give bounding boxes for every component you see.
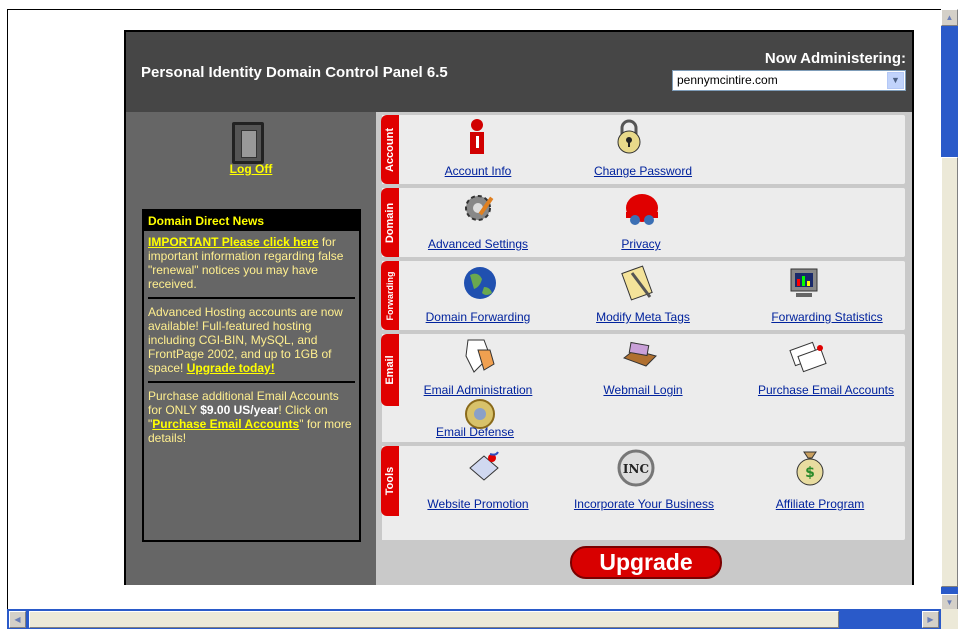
incorporate-business-link[interactable]: Incorporate Your Business	[556, 497, 732, 511]
purchase-email-icon[interactable]	[786, 336, 830, 376]
horizontal-scroll-thumb[interactable]	[29, 611, 839, 628]
scrollbar-corner	[941, 609, 958, 629]
chevron-down-icon[interactable]: ▼	[887, 72, 904, 89]
statistics-monitor-icon[interactable]	[786, 263, 826, 303]
privacy-link[interactable]: Privacy	[596, 237, 686, 251]
news-divider	[148, 381, 355, 383]
domain-select-value: pennymcintire.com	[677, 73, 778, 87]
affiliate-program-link[interactable]: Affiliate Program	[760, 497, 880, 511]
price-text: $9.00 US/year	[200, 403, 279, 417]
page-title: Personal Identity Domain Control Panel 6…	[141, 64, 448, 81]
browser-viewport: Personal Identity Domain Control Panel 6…	[0, 0, 958, 629]
forwarding-statistics-link[interactable]: Forwarding Statistics	[754, 310, 900, 324]
section-account: Account Account Info Change Password	[381, 115, 905, 184]
important-notice-link[interactable]: IMPORTANT Please click here	[148, 235, 319, 249]
affiliate-moneybag-icon[interactable]: $	[792, 448, 828, 488]
news-item: Purchase additional Email Accounts for O…	[144, 385, 359, 449]
website-promotion-link[interactable]: Website Promotion	[408, 497, 548, 511]
svg-text:$: $	[805, 465, 815, 481]
scroll-right-arrow-icon[interactable]: ▶	[922, 611, 939, 628]
email-admin-envelope-icon[interactable]	[460, 336, 500, 376]
upgrade-today-link[interactable]: Upgrade today!	[187, 361, 275, 375]
tab-tools: Tools	[381, 446, 399, 516]
main-area: Account Account Info Change Password Dom…	[376, 112, 912, 585]
svg-text:INC: INC	[623, 462, 649, 476]
webmail-login-link[interactable]: Webmail Login	[588, 383, 698, 397]
advanced-settings-link[interactable]: Advanced Settings	[408, 237, 548, 251]
user-info-icon[interactable]	[460, 118, 494, 156]
vertical-scroll-thumb[interactable]	[941, 157, 958, 587]
webmail-mailbox-icon[interactable]	[620, 336, 660, 376]
section-tools: Tools Website Promotion INC Incorporate …	[381, 446, 905, 540]
sidebar: Log Off Domain Direct News IMPORTANT Ple…	[126, 112, 376, 585]
tab-email: Email	[381, 334, 399, 406]
padlock-icon[interactable]	[614, 118, 644, 156]
globe-icon[interactable]	[460, 263, 500, 303]
section-email: Email Email Administration Webmail Login…	[381, 334, 908, 442]
news-item: IMPORTANT Please click here for importan…	[144, 231, 359, 295]
tab-domain: Domain	[381, 188, 399, 257]
website-promotion-icon[interactable]	[464, 450, 504, 484]
logoff-link[interactable]: Log Off	[126, 162, 376, 176]
modify-meta-tags-link[interactable]: Modify Meta Tags	[578, 310, 708, 324]
email-administration-link[interactable]: Email Administration	[398, 383, 558, 397]
meta-tags-notepad-icon[interactable]	[618, 263, 658, 303]
privacy-icon[interactable]	[622, 190, 662, 230]
email-defense-link[interactable]: Email Defense	[420, 425, 530, 439]
incorporate-seal-icon[interactable]: INC	[616, 448, 656, 488]
news-title: Domain Direct News	[144, 211, 359, 231]
control-panel: Personal Identity Domain Control Panel 6…	[124, 30, 914, 585]
tab-account: Account	[381, 115, 399, 184]
horizontal-scrollbar[interactable]: ◀ ▶	[7, 609, 941, 629]
vertical-scrollbar[interactable]: ▲ ▼	[941, 9, 958, 611]
section-forwarding: Forwarding Domain Forwarding Modify Meta…	[381, 261, 905, 330]
account-info-link[interactable]: Account Info	[428, 164, 528, 178]
news-item: Advanced Hosting accounts are now availa…	[144, 301, 359, 379]
now-administering-label: Now Administering:	[764, 50, 906, 67]
purchase-email-accounts-link[interactable]: Purchase Email Accounts	[744, 383, 908, 397]
news-divider	[148, 297, 355, 299]
purchase-email-link[interactable]: Purchase Email Accounts	[152, 417, 299, 431]
panel-header: Personal Identity Domain Control Panel 6…	[126, 32, 912, 112]
section-domain: Domain Advanced Settings Privacy	[381, 188, 905, 257]
logoff-door-icon[interactable]	[232, 122, 264, 164]
scroll-left-arrow-icon[interactable]: ◀	[9, 611, 26, 628]
news-box: Domain Direct News IMPORTANT Please clic…	[142, 209, 361, 542]
upgrade-button[interactable]: Upgrade	[570, 546, 722, 579]
scroll-up-arrow-icon[interactable]: ▲	[941, 9, 958, 26]
change-password-link[interactable]: Change Password	[578, 164, 708, 178]
domain-select[interactable]: pennymcintire.com ▼	[672, 70, 906, 91]
tab-forwarding: Forwarding	[381, 261, 399, 330]
domain-forwarding-link[interactable]: Domain Forwarding	[408, 310, 548, 324]
settings-gear-icon[interactable]	[460, 190, 500, 228]
